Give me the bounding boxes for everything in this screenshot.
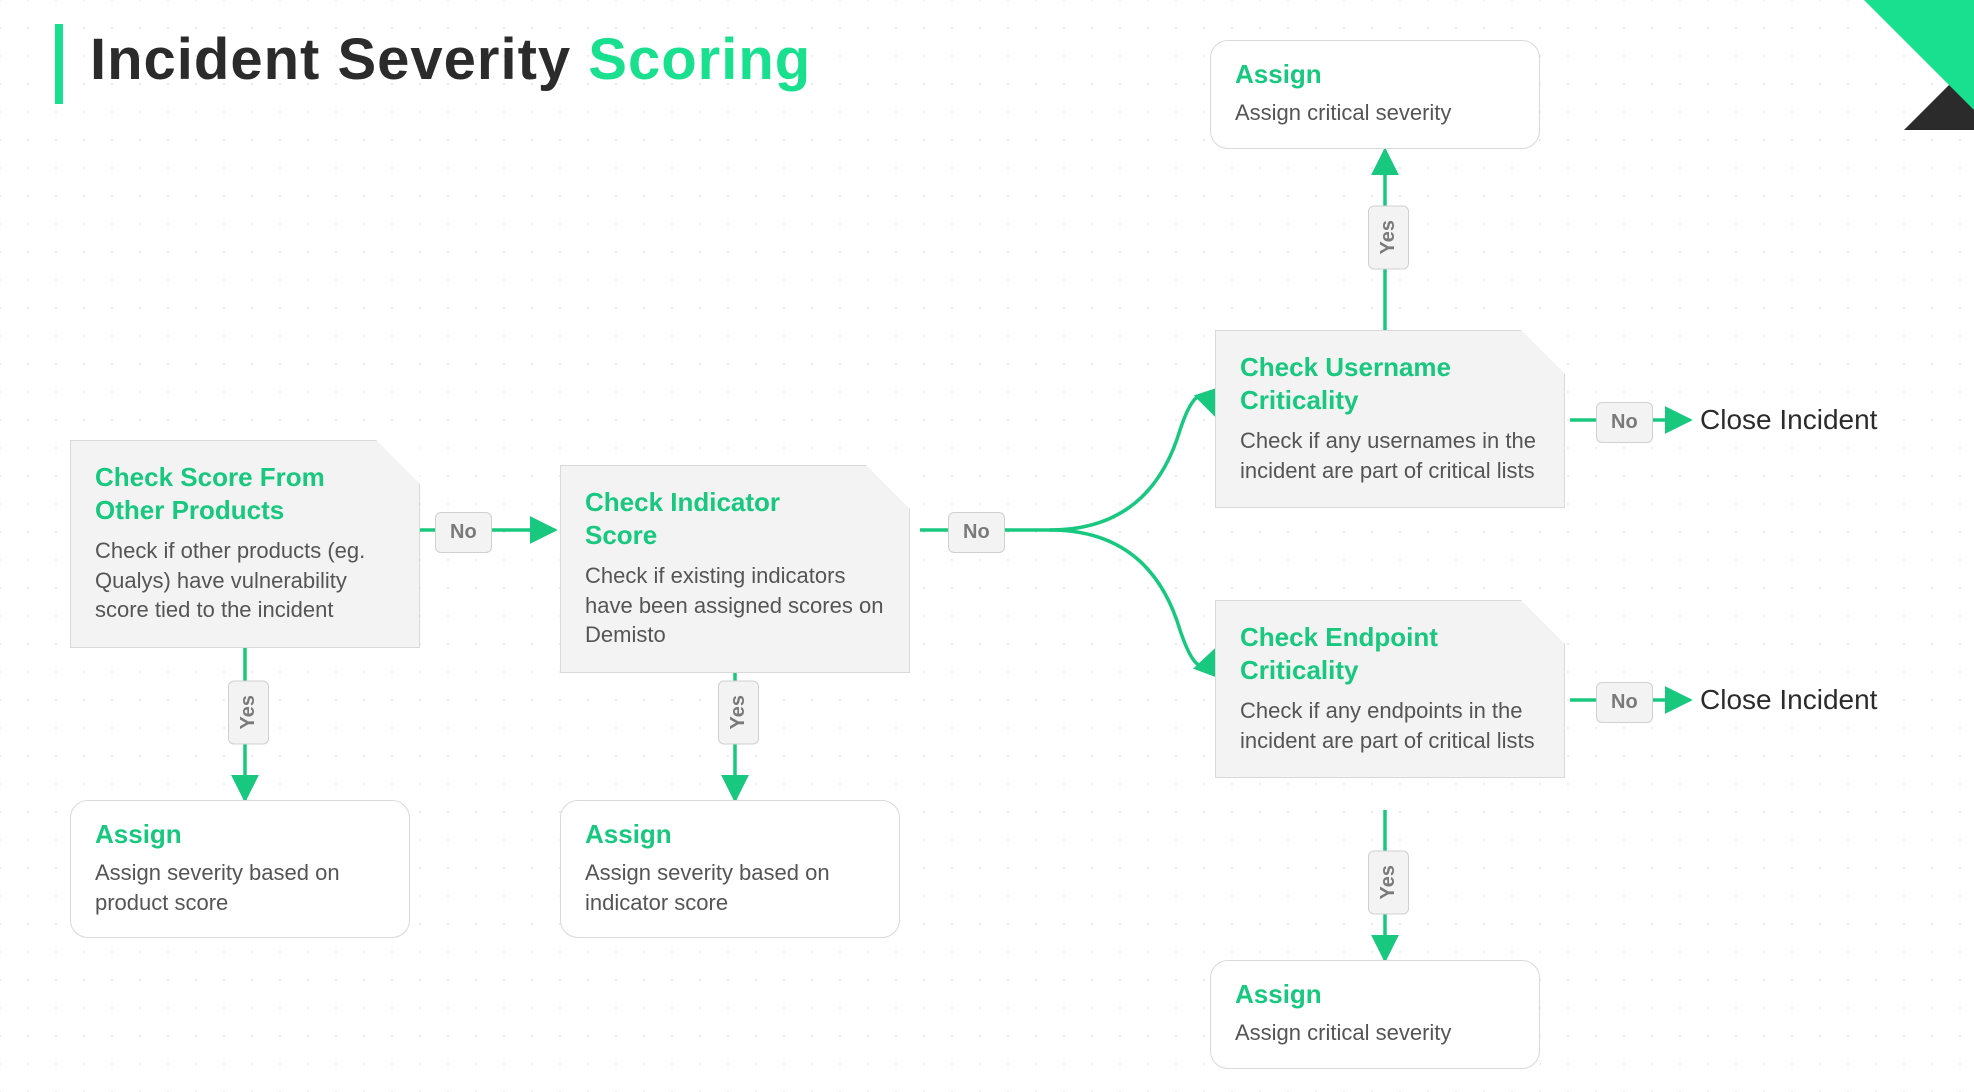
node-title: Check Score From Other Products bbox=[95, 461, 395, 526]
node-desc: Assign critical severity bbox=[1235, 98, 1515, 128]
node-title: Assign bbox=[1235, 59, 1515, 90]
label-no-products: No bbox=[435, 512, 492, 553]
node-desc: Assign critical severity bbox=[1235, 1018, 1515, 1048]
label-no-endpoint: No bbox=[1596, 682, 1653, 723]
node-desc: Check if other products (eg. Qualys) hav… bbox=[95, 536, 395, 625]
end-close-username: Close Incident bbox=[1700, 404, 1877, 436]
end-close-endpoint: Close Incident bbox=[1700, 684, 1877, 716]
node-check-username: Check Username Criticality Check if any … bbox=[1215, 330, 1565, 508]
label-yes-indicator: Yes bbox=[718, 680, 759, 744]
diagram-canvas: Check Score From Other Products Check if… bbox=[0, 0, 1974, 1092]
node-title: Assign bbox=[95, 819, 385, 850]
node-desc: Check if existing indicators have been a… bbox=[585, 561, 885, 650]
node-check-endpoint: Check Endpoint Criticality Check if any … bbox=[1215, 600, 1565, 778]
node-desc: Assign severity based on indicator score bbox=[585, 858, 875, 917]
label-yes-endpoint: Yes bbox=[1368, 850, 1409, 914]
node-title: Check Indicator Score bbox=[585, 486, 885, 551]
node-desc: Check if any usernames in the incident a… bbox=[1240, 426, 1540, 485]
node-title: Assign bbox=[585, 819, 875, 850]
node-title: Check Username Criticality bbox=[1240, 351, 1540, 416]
label-no-indicator: No bbox=[948, 512, 1005, 553]
page-title: Incident Severity Scoring bbox=[90, 26, 811, 93]
label-no-username: No bbox=[1596, 402, 1653, 443]
node-assign-critical-top: Assign Assign critical severity bbox=[1210, 40, 1540, 149]
node-assign-indicator: Assign Assign severity based on indicato… bbox=[560, 800, 900, 938]
label-yes-username: Yes bbox=[1368, 205, 1409, 269]
node-check-products: Check Score From Other Products Check if… bbox=[70, 440, 420, 648]
title-part1: Incident Severity bbox=[90, 27, 588, 92]
node-title: Check Endpoint Criticality bbox=[1240, 621, 1540, 686]
title-accent-bar bbox=[55, 24, 63, 104]
title-part2: Scoring bbox=[588, 27, 811, 92]
node-desc: Assign severity based on product score bbox=[95, 858, 385, 917]
label-yes-products: Yes bbox=[228, 680, 269, 744]
corner-accent-green bbox=[1864, 0, 1974, 110]
node-assign-product: Assign Assign severity based on product … bbox=[70, 800, 410, 938]
node-assign-critical-bottom: Assign Assign critical severity bbox=[1210, 960, 1540, 1069]
node-desc: Check if any endpoints in the incident a… bbox=[1240, 696, 1540, 755]
node-check-indicator: Check Indicator Score Check if existing … bbox=[560, 465, 910, 673]
node-title: Assign bbox=[1235, 979, 1515, 1010]
